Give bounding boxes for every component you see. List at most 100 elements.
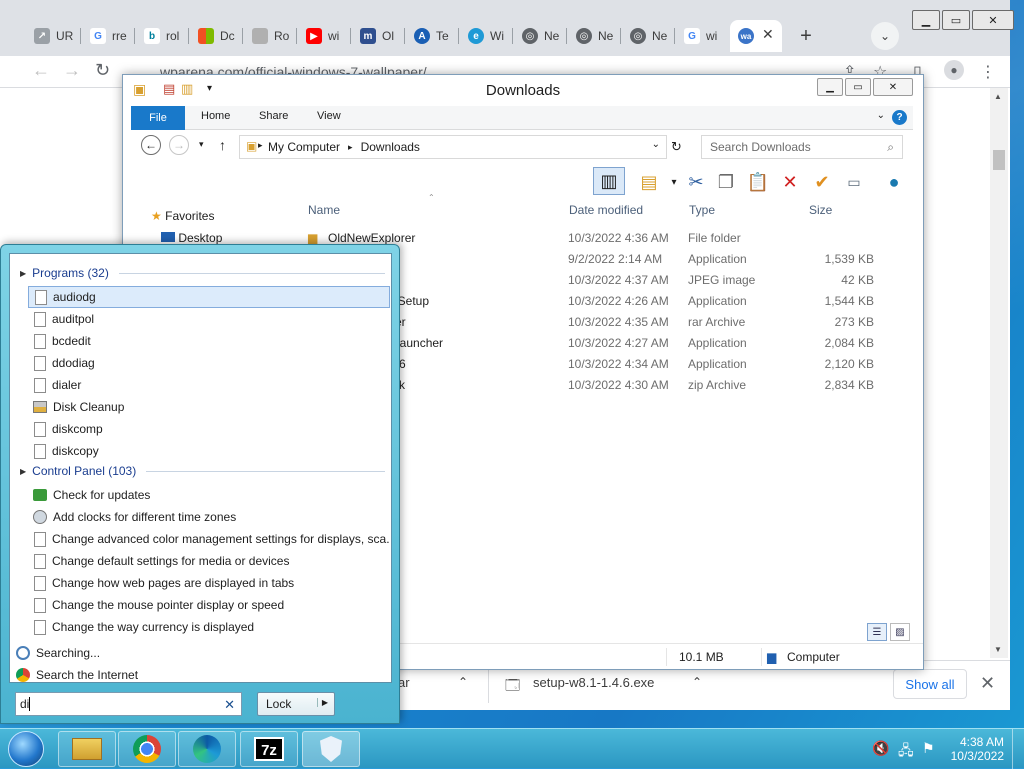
notification-flag-icon[interactable]: ⚑: [922, 740, 935, 757]
breadcrumb-my-computer[interactable]: My Computer: [268, 140, 340, 154]
lock-button[interactable]: Lock ▶: [257, 692, 335, 716]
tab-view[interactable]: View: [317, 110, 341, 122]
tab-search-icon[interactable]: ⌄: [871, 22, 899, 50]
tab-13[interactable]: Gwi: [676, 20, 726, 52]
details-view-icon[interactable]: ☰: [867, 623, 887, 641]
power-options-arrow-icon[interactable]: ▶: [316, 698, 328, 707]
large-icons-view-icon[interactable]: ▨: [890, 623, 910, 641]
tab-share[interactable]: Share: [259, 110, 288, 122]
tab-file[interactable]: File: [131, 106, 185, 130]
rename-icon[interactable]: ▭: [841, 169, 867, 195]
tab-7[interactable]: m Ol: [352, 20, 402, 52]
back-icon[interactable]: ←: [141, 135, 161, 155]
programs-category[interactable]: ▶ Programs (32): [20, 266, 385, 280]
address-bar[interactable]: ▣ ▸ My Computer ▸ Downloads ⌄: [239, 135, 667, 159]
result-diskcomp[interactable]: diskcomp: [28, 418, 390, 440]
control-panel-category[interactable]: ▶ Control Panel (103): [20, 464, 385, 478]
search-internet-item[interactable]: Search the Internet: [14, 664, 376, 686]
tab-4[interactable]: Dc: [190, 20, 240, 52]
searching-item[interactable]: Searching...: [14, 642, 376, 664]
result-check-for-updates[interactable]: Check for updates: [28, 484, 390, 506]
expand-ribbon-icon[interactable]: ⌄: [877, 110, 885, 121]
result-bcdedit[interactable]: bcdedit: [28, 330, 390, 352]
result-ddodiag[interactable]: ddodiag: [28, 352, 390, 374]
up-icon[interactable]: ↑: [219, 137, 226, 153]
taskbar-security[interactable]: [302, 731, 360, 767]
maximize-icon[interactable]: ▭: [845, 78, 871, 96]
result-audiodg[interactable]: audiodg: [28, 286, 390, 308]
recent-locations-icon[interactable]: ▾: [199, 139, 204, 150]
tab-10[interactable]: ◎ Ne: [514, 20, 564, 52]
maximize-icon[interactable]: ▭: [942, 10, 970, 30]
result-diskcopy[interactable]: diskcopy: [28, 440, 390, 462]
tab-1[interactable]: ↗ UR: [26, 20, 76, 52]
tab-active[interactable]: wa: [730, 20, 782, 52]
tab-3[interactable]: b rol: [136, 20, 186, 52]
profile-avatar-icon[interactable]: ●: [944, 60, 964, 80]
network-icon[interactable]: 🖧: [898, 740, 914, 764]
clear-search-icon[interactable]: ✕: [224, 697, 235, 713]
scroll-down-icon[interactable]: ▼: [994, 645, 1002, 654]
forward-icon[interactable]: →: [63, 60, 81, 81]
checkmark-icon[interactable]: ✔: [809, 169, 835, 195]
taskbar-explorer[interactable]: [58, 731, 116, 767]
tab-2[interactable]: Grre: [82, 20, 132, 52]
paste-icon[interactable]: 📋: [745, 169, 771, 195]
copy-icon[interactable]: ❐: [713, 169, 739, 195]
close-download-bar-icon[interactable]: ✕: [980, 673, 995, 694]
minimize-icon[interactable]: ▁: [912, 10, 940, 30]
search-input[interactable]: Search Downloads ⌕: [701, 135, 903, 159]
taskbar-edge[interactable]: [178, 731, 236, 767]
globe-icon[interactable]: ●: [881, 169, 907, 195]
download-item-2[interactable]: setup-w8.1-1.4.6.exe: [533, 675, 654, 690]
tab-12[interactable]: ◎ Ne: [622, 20, 672, 52]
download-item-2-chevron-icon[interactable]: ⌃: [692, 675, 702, 689]
result-dialer[interactable]: dialer: [28, 374, 390, 396]
breadcrumb-downloads[interactable]: Downloads: [361, 140, 420, 154]
forward-icon[interactable]: →: [169, 135, 189, 155]
column-header-type[interactable]: Type: [689, 203, 715, 217]
tab-11[interactable]: ◎ Ne: [568, 20, 618, 52]
show-all-button[interactable]: Show all: [893, 669, 967, 699]
reload-icon[interactable]: ↻: [95, 60, 110, 81]
tab-close-icon[interactable]: ✕: [762, 26, 774, 43]
scroll-thumb[interactable]: [993, 150, 1005, 170]
preview-pane-icon[interactable]: ▥: [593, 167, 625, 195]
start-search-input[interactable]: di ✕: [15, 692, 242, 716]
show-desktop-button[interactable]: [1012, 729, 1024, 769]
speaker-muted-icon[interactable]: 🔇: [872, 740, 889, 757]
nav-favorites[interactable]: ★ Favorites: [151, 209, 214, 223]
page-scrollbar[interactable]: ▲ ▼: [990, 88, 1008, 658]
nav-desktop[interactable]: Desktop: [161, 231, 222, 245]
minimize-icon[interactable]: ▁: [817, 78, 843, 96]
taskbar-chrome[interactable]: [118, 731, 176, 767]
close-icon[interactable]: ✕: [873, 78, 913, 96]
tab-9[interactable]: e Wi: [460, 20, 510, 52]
tab-8[interactable]: A Te: [406, 20, 456, 52]
start-orb-icon[interactable]: [8, 731, 44, 767]
result-mouse-pointer[interactable]: Change the mouse pointer display or spee…: [28, 594, 390, 616]
delete-icon[interactable]: ✕: [777, 169, 803, 195]
refresh-icon[interactable]: ↻: [671, 139, 682, 155]
back-icon[interactable]: ←: [32, 60, 50, 81]
result-currency-display[interactable]: Change the way currency is displayed: [28, 616, 390, 638]
system-clock[interactable]: 4:38 AM 10/3/2022: [948, 735, 1004, 763]
column-header-name[interactable]: Name: [308, 203, 340, 217]
properties-icon[interactable]: ▤: [636, 169, 662, 195]
tab-6[interactable]: ▶ wi: [298, 20, 348, 52]
cut-icon[interactable]: ✂: [683, 169, 709, 195]
scroll-up-icon[interactable]: ▲: [994, 92, 1002, 101]
new-tab-button[interactable]: +: [792, 22, 820, 50]
column-header-size[interactable]: Size: [809, 203, 832, 217]
result-web-pages-tabs[interactable]: Change how web pages are displayed in ta…: [28, 572, 390, 594]
close-icon[interactable]: ✕: [972, 10, 1014, 30]
chevron-down-icon[interactable]: ⌄: [652, 139, 660, 150]
result-auditpol[interactable]: auditpol: [28, 308, 390, 330]
result-color-management[interactable]: Change advanced color management setting…: [28, 528, 390, 550]
column-header-date[interactable]: Date modified: [569, 203, 643, 217]
result-add-clocks[interactable]: Add clocks for different time zones: [28, 506, 390, 528]
menu-kebab-icon[interactable]: ⋮: [980, 62, 996, 82]
tab-home[interactable]: Home: [201, 110, 230, 122]
result-default-media-settings[interactable]: Change default settings for media or dev…: [28, 550, 390, 572]
tab-5[interactable]: Ro: [244, 20, 294, 52]
